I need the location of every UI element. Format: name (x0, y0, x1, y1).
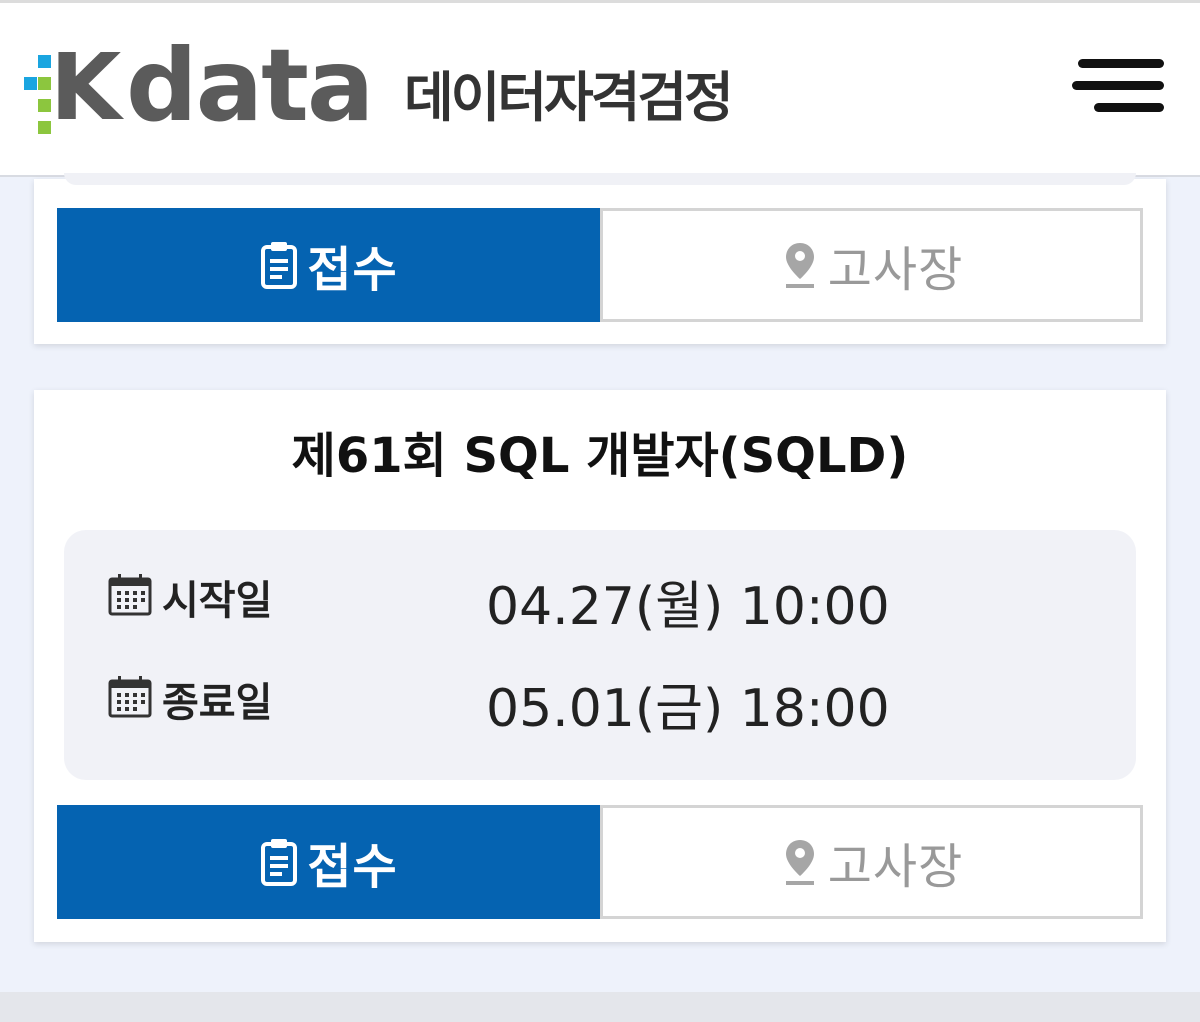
exam-site-button[interactable]: 고사장 (600, 805, 1143, 919)
apply-button[interactable]: 접수 (57, 805, 600, 919)
logo-k: K (50, 34, 122, 141)
calendar-icon (108, 676, 152, 718)
info-box-edge (64, 173, 1136, 185)
logo-korean-text: 데이터자격검정 (404, 66, 734, 129)
exam-card-sqld: 제61회 SQL 개발자(SQLD) 시작일 04.27(월) 10:00 종료… (34, 390, 1166, 942)
schedule-box: 시작일 04.27(월) 10:00 종료일 05.01(금) 18:00 (64, 530, 1136, 780)
site-header: K data 데이터자격검정 (0, 3, 1200, 177)
exam-card-previous: 접수 고사장 (34, 173, 1166, 344)
start-date-value: 04.27(월) 10:00 (486, 577, 890, 637)
map-pin-icon (785, 840, 814, 885)
end-date-value: 05.01(금) 18:00 (486, 679, 890, 739)
clipboard-icon (261, 242, 298, 289)
map-pin-icon (785, 243, 814, 288)
hamburger-menu-icon[interactable] (1072, 59, 1164, 119)
apply-label: 접수 (307, 839, 398, 895)
calendar-icon (108, 574, 152, 616)
clipboard-icon (261, 839, 298, 886)
exam-title: 제61회 SQL 개발자(SQLD) (291, 428, 909, 484)
apply-button[interactable]: 접수 (57, 208, 600, 322)
exam-site-label: 고사장 (827, 839, 964, 895)
logo-data-text: data (126, 27, 374, 144)
end-date-row: 종료일 05.01(금) 18:00 (108, 666, 1108, 739)
card-actions: 접수 고사장 (57, 208, 1143, 322)
kdata-logo[interactable]: K data 데이터자격검정 (24, 36, 804, 137)
card-actions: 접수 고사장 (57, 805, 1143, 919)
bottom-band (0, 992, 1200, 1022)
start-date-label: 시작일 (162, 578, 273, 624)
end-date-label: 종료일 (162, 680, 273, 726)
apply-label: 접수 (307, 242, 398, 298)
exam-site-button[interactable]: 고사장 (600, 208, 1143, 322)
exam-site-label: 고사장 (827, 242, 964, 298)
start-date-row: 시작일 04.27(월) 10:00 (108, 564, 1108, 637)
